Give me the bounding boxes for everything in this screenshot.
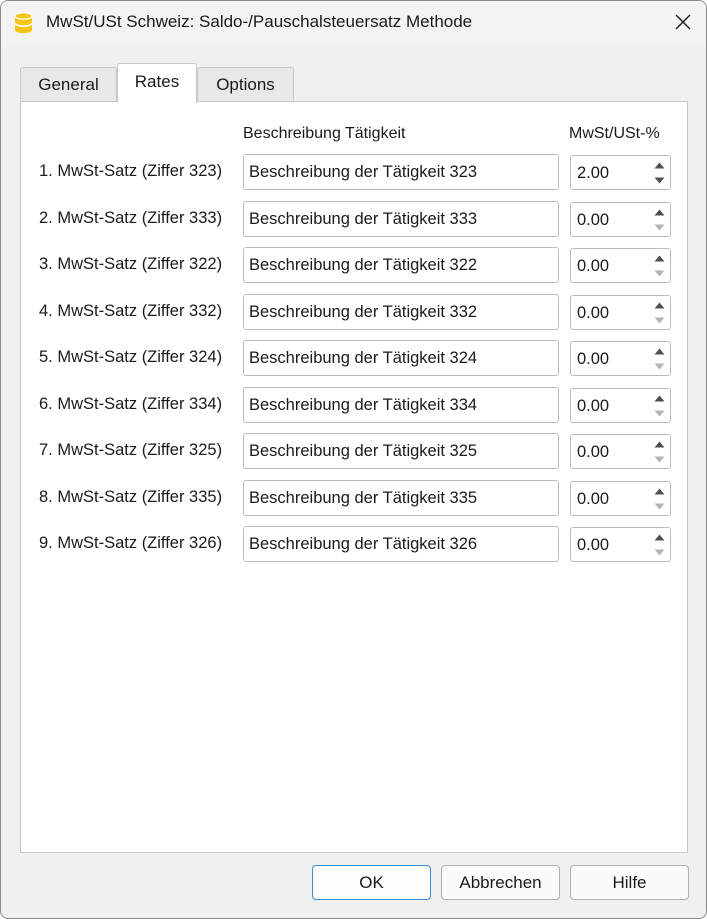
rate-value: 0.00 <box>577 536 610 554</box>
spin-down-arrow-icon[interactable] <box>649 451 670 467</box>
spin-down-arrow-icon[interactable] <box>649 265 670 281</box>
window-title: MwSt/USt Schweiz: Saldo-/Pauschalsteuers… <box>46 12 473 31</box>
spin-down-arrow-icon[interactable] <box>649 358 670 374</box>
description-input[interactable]: Beschreibung der Tätigkeit 335 <box>243 480 559 516</box>
spin-buttons <box>649 435 670 468</box>
spin-up-arrow-icon[interactable] <box>649 343 670 359</box>
spin-buttons <box>649 249 670 282</box>
spin-buttons <box>649 482 670 515</box>
rate-row-label: 1. MwSt-Satz (Ziffer 323) <box>39 162 223 180</box>
rate-value: 0.00 <box>577 397 610 415</box>
rate-value: 0.00 <box>577 257 610 275</box>
dialog-window: MwSt/USt Schweiz: Saldo-/Pauschalsteuers… <box>0 0 707 919</box>
spin-down-arrow-icon[interactable] <box>649 405 670 421</box>
rate-value: 0.00 <box>577 211 610 229</box>
close-icon <box>675 14 691 35</box>
rate-value: 0.00 <box>577 350 610 368</box>
rate-spinbox[interactable]: 0.00 <box>570 527 671 562</box>
tab-general[interactable]: General <box>20 67 117 101</box>
rate-spinbox[interactable]: 0.00 <box>570 248 671 283</box>
spin-down-arrow-icon[interactable] <box>649 544 670 560</box>
rate-spinbox[interactable]: 0.00 <box>570 295 671 330</box>
tab-options[interactable]: Options <box>197 67 294 101</box>
spin-buttons <box>649 389 670 422</box>
rates-panel: Beschreibung Tätigkeit MwSt/USt-% 1. MwS… <box>20 101 688 853</box>
spin-buttons <box>649 203 670 236</box>
tab-rates[interactable]: Rates <box>117 63 197 103</box>
description-input[interactable]: Beschreibung der Tätigkeit 334 <box>243 387 559 423</box>
rate-row-label: 5. MwSt-Satz (Ziffer 324) <box>39 348 223 366</box>
description-input[interactable]: Beschreibung der Tätigkeit 323 <box>243 154 559 190</box>
rate-row: 7. MwSt-Satz (Ziffer 325) Beschreibung de… <box>21 433 689 469</box>
spin-down-arrow-icon[interactable] <box>649 172 670 188</box>
spin-up-arrow-icon[interactable] <box>649 250 670 266</box>
spin-down-arrow-icon[interactable] <box>649 219 670 235</box>
spin-buttons <box>649 342 670 375</box>
rate-row: 1. MwSt-Satz (Ziffer 323) Beschreibung de… <box>21 154 689 190</box>
spin-buttons <box>649 296 670 329</box>
rate-row-label: 8. MwSt-Satz (Ziffer 335) <box>39 488 223 506</box>
rate-spinbox[interactable]: 0.00 <box>570 341 671 376</box>
ok-button[interactable]: OK <box>312 865 431 900</box>
spin-up-arrow-icon[interactable] <box>649 483 670 499</box>
rate-row-label: 2. MwSt-Satz (Ziffer 333) <box>39 209 223 227</box>
cancel-button[interactable]: Abbrechen <box>441 865 560 900</box>
spin-down-arrow-icon[interactable] <box>649 312 670 328</box>
description-input[interactable]: Beschreibung der Tätigkeit 324 <box>243 340 559 376</box>
rate-row: 6. MwSt-Satz (Ziffer 334) Beschreibung de… <box>21 387 689 423</box>
rate-value: 0.00 <box>577 443 610 461</box>
rate-row: 9. MwSt-Satz (Ziffer 326) Beschreibung de… <box>21 526 689 562</box>
spin-buttons <box>649 156 670 189</box>
rate-row-label: 4. MwSt-Satz (Ziffer 332) <box>39 302 223 320</box>
rate-row: 8. MwSt-Satz (Ziffer 335) Beschreibung de… <box>21 480 689 516</box>
rate-value: 0.00 <box>577 304 610 322</box>
rate-row-label: 7. MwSt-Satz (Ziffer 325) <box>39 441 223 459</box>
help-button[interactable]: Hilfe <box>570 865 689 900</box>
rate-row: 3. MwSt-Satz (Ziffer 322) Beschreibung de… <box>21 247 689 283</box>
spin-up-arrow-icon[interactable] <box>649 157 670 173</box>
rate-value: 2.00 <box>577 164 610 182</box>
rate-spinbox[interactable]: 0.00 <box>570 388 671 423</box>
spin-up-arrow-icon[interactable] <box>649 436 670 452</box>
description-input[interactable]: Beschreibung der Tätigkeit 325 <box>243 433 559 469</box>
spin-up-arrow-icon[interactable] <box>649 529 670 545</box>
rate-row-label: 9. MwSt-Satz (Ziffer 326) <box>39 534 223 552</box>
description-input[interactable]: Beschreibung der Tätigkeit 322 <box>243 247 559 283</box>
rate-spinbox[interactable]: 0.00 <box>570 434 671 469</box>
spin-buttons <box>649 528 670 561</box>
description-input[interactable]: Beschreibung der Tätigkeit 333 <box>243 201 559 237</box>
spin-up-arrow-icon[interactable] <box>649 390 670 406</box>
description-input[interactable]: Beschreibung der Tätigkeit 332 <box>243 294 559 330</box>
spin-up-arrow-icon[interactable] <box>649 297 670 313</box>
rate-row: 5. MwSt-Satz (Ziffer 324) Beschreibung de… <box>21 340 689 376</box>
description-input[interactable]: Beschreibung der Tätigkeit 326 <box>243 526 559 562</box>
rate-spinbox[interactable]: 0.00 <box>570 202 671 237</box>
spin-up-arrow-icon[interactable] <box>649 204 670 220</box>
rate-spinbox[interactable]: 0.00 <box>570 481 671 516</box>
rate-column-header: MwSt/USt-% <box>569 125 660 142</box>
rate-value: 0.00 <box>577 490 610 508</box>
title-bar: MwSt/USt Schweiz: Saldo-/Pauschalsteuers… <box>1 1 706 47</box>
banana-database-icon <box>14 12 33 34</box>
spin-down-arrow-icon[interactable] <box>649 498 670 514</box>
rate-row-label: 3. MwSt-Satz (Ziffer 322) <box>39 255 223 273</box>
rate-row: 4. MwSt-Satz (Ziffer 332) Beschreibung de… <box>21 294 689 330</box>
description-column-header: Beschreibung Tätigkeit <box>243 125 406 142</box>
close-button[interactable] <box>660 1 706 47</box>
rate-spinbox[interactable]: 2.00 <box>570 155 671 190</box>
rate-row-label: 6. MwSt-Satz (Ziffer 334) <box>39 395 223 413</box>
rate-row: 2. MwSt-Satz (Ziffer 333) Beschreibung de… <box>21 201 689 237</box>
